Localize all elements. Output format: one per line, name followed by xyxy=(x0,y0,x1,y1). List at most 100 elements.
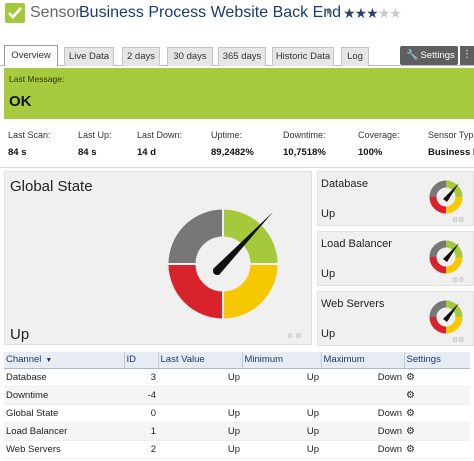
cell-id: 0 xyxy=(124,404,158,423)
table-row[interactable]: Downtime -4 ⚙ xyxy=(4,386,470,405)
table-row[interactable]: Global State 0 Up Up Down ⚙ xyxy=(4,404,470,423)
gauge-status: Up xyxy=(321,268,336,280)
last-message-panel: Last Message: OK xyxy=(4,68,474,119)
cell-last-value: Up xyxy=(158,422,242,441)
star-icon[interactable]: ★ xyxy=(355,5,368,21)
stat-label: Sensor Typ xyxy=(428,130,474,140)
tab-overview[interactable]: Overview xyxy=(4,45,58,66)
database-gauge xyxy=(429,180,463,214)
gauge-title: Load Balancer xyxy=(321,238,392,250)
star-icon[interactable]: ★ xyxy=(343,5,356,21)
last-message-label: Last Message: xyxy=(9,74,65,84)
stat-label: Uptime: xyxy=(211,130,243,140)
stat-label: Coverage: xyxy=(358,130,400,140)
column-header-settings: Settings xyxy=(403,352,470,369)
load-balancer-gauge-panel[interactable]: Load Balancer Up ⚙⚙ xyxy=(317,231,474,286)
gear-icon[interactable]: ⚙ xyxy=(404,368,470,387)
gauge-options-icon[interactable]: ⚙ ⚙ xyxy=(287,332,302,340)
flag-icon[interactable]: ⚑ xyxy=(325,8,333,19)
tab-live-data[interactable]: Live Data xyxy=(64,47,114,66)
gauge-title: Database xyxy=(321,178,369,190)
column-header-maximum[interactable]: Maximum xyxy=(320,352,404,369)
gauge-options-icon[interactable]: ⚙⚙ xyxy=(452,216,465,224)
stat-label: Downtime: xyxy=(283,130,326,140)
sensor-header: Sensor Business Process Website Back End… xyxy=(0,0,474,30)
cell-channel[interactable]: Web Servers xyxy=(4,440,124,459)
column-header-id[interactable]: ID xyxy=(123,352,158,369)
cell-last-value xyxy=(158,386,242,405)
global-state-panel[interactable]: Global State Up ⚙ ⚙ xyxy=(4,171,312,345)
star-icon[interactable]: ★ xyxy=(389,5,402,21)
gauge-status: Up xyxy=(321,208,336,220)
cell-maximum xyxy=(321,386,404,405)
channels-table: Channel ▼ ID Last Value Minimum Maximum S… xyxy=(4,352,470,459)
gauge-options-icon[interactable]: ⚙⚙ xyxy=(452,276,465,284)
database-gauge-panel[interactable]: Database Up ⚙⚙ xyxy=(317,171,474,226)
tab-historic-data[interactable]: Historic Data xyxy=(272,47,334,66)
column-header-channel[interactable]: Channel ▼ xyxy=(4,352,124,369)
web-servers-gauge xyxy=(429,300,463,334)
stat-label: Last Scan: xyxy=(8,130,51,140)
stat-downtime: Downtime: 10,7518% xyxy=(283,130,326,158)
column-header-minimum[interactable]: Minimum xyxy=(241,352,321,369)
cell-minimum: Up xyxy=(242,440,321,459)
stat-value: 100% xyxy=(358,147,383,158)
global-state-gauge xyxy=(157,198,289,330)
gear-icon[interactable]: ⚙ xyxy=(404,404,470,423)
stat-value: Business P xyxy=(428,147,474,158)
priority-stars[interactable]: ★★★★★ xyxy=(343,5,402,22)
gear-icon[interactable]: ⚙ xyxy=(404,440,470,459)
stat-label: Last Down: xyxy=(137,130,183,140)
sensor-name: Business Process Website Back End xyxy=(79,4,342,21)
cell-maximum: Down xyxy=(321,368,404,387)
gauge-status: Up xyxy=(321,328,336,340)
cell-id: 3 xyxy=(124,368,158,387)
tab-log[interactable]: Log xyxy=(341,47,369,66)
cell-last-value: Up xyxy=(158,440,242,459)
settings-button[interactable]: 🔧 Settings xyxy=(400,46,458,65)
gear-icon[interactable]: ⚙ xyxy=(404,386,470,405)
stat-sensor-type: Sensor Typ Business P xyxy=(428,130,474,158)
cell-channel[interactable]: Global State xyxy=(4,404,124,423)
global-state-status: Up xyxy=(10,326,30,343)
more-menu-button[interactable]: ⋮ xyxy=(460,46,474,65)
star-icon[interactable]: ★ xyxy=(366,5,379,21)
web-servers-gauge-panel[interactable]: Web Servers Up ⚙⚙ xyxy=(317,291,474,346)
table-row[interactable]: Database 3 Up Up Down ⚙ xyxy=(4,368,470,387)
stat-value: 84 s xyxy=(8,147,27,158)
gear-icon[interactable]: ⚙ xyxy=(404,422,470,441)
table-row[interactable]: Web Servers 2 Up Up Down ⚙ xyxy=(4,440,470,459)
cell-id: 1 xyxy=(124,422,158,441)
cell-maximum: Down xyxy=(321,404,404,423)
tab-365-days[interactable]: 365 days xyxy=(218,47,266,66)
column-header-last-value[interactable]: Last Value xyxy=(157,352,242,369)
stat-value: 89,2482% xyxy=(211,147,254,158)
stat-last-down: Last Down: 14 d xyxy=(137,130,182,158)
cell-id: -4 xyxy=(124,386,158,405)
stat-uptime: Uptime: 89,2482% xyxy=(211,130,254,158)
stat-last-scan: Last Scan: 84 s xyxy=(8,130,51,158)
tab-30-days[interactable]: 30 days xyxy=(167,47,213,66)
stat-label: Last Up: xyxy=(78,130,112,140)
stat-coverage: Coverage: 100% xyxy=(358,130,400,158)
cell-minimum: Up xyxy=(242,404,321,423)
load-balancer-gauge xyxy=(429,240,463,274)
cell-maximum: Down xyxy=(321,422,404,441)
cell-minimum: Up xyxy=(242,422,321,441)
sort-down-icon[interactable]: ▼ xyxy=(45,357,52,364)
stat-value: 10,7518% xyxy=(283,147,326,158)
sensor-label: Sensor xyxy=(30,4,81,21)
cell-minimum xyxy=(242,386,321,405)
cell-channel[interactable]: Load Balancer xyxy=(4,422,124,441)
gauge-title: Web Servers xyxy=(321,298,385,310)
table-row[interactable]: Load Balancer 1 Up Up Down ⚙ xyxy=(4,422,470,441)
gauge-options-icon[interactable]: ⚙⚙ xyxy=(452,336,465,344)
cell-id: 2 xyxy=(124,440,158,459)
tab-2-days[interactable]: 2 days xyxy=(122,47,160,66)
table-header-row: Channel ▼ ID Last Value Minimum Maximum S… xyxy=(4,352,470,369)
stat-value: 84 s xyxy=(78,147,97,158)
cell-channel[interactable]: Database xyxy=(4,368,124,387)
status-ok-icon xyxy=(5,3,25,23)
cell-channel[interactable]: Downtime xyxy=(4,386,124,405)
star-icon[interactable]: ★ xyxy=(378,5,391,21)
